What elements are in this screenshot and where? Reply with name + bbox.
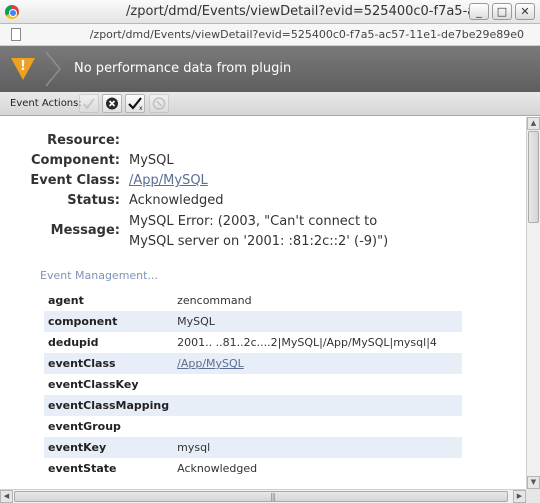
minimize-button[interactable]: _ <box>469 3 489 20</box>
close-event-icon <box>106 97 118 110</box>
field-key: eventClassMapping <box>44 395 174 416</box>
scrollbar-corner <box>526 489 540 503</box>
grip-icon: ||| <box>270 492 276 501</box>
field-value: mysql <box>173 437 462 458</box>
plugin-infobar: ! No performance data from plugin <box>0 46 540 92</box>
event-management-toggle[interactable]: Event Management... <box>40 269 158 282</box>
component-label: Component: <box>31 153 120 168</box>
table-row: component MySQL <box>44 311 462 332</box>
horizontal-scroll-thumb[interactable]: ||| <box>14 491 508 502</box>
close-window-button[interactable]: ✕ <box>515 3 535 20</box>
event-class-row-link[interactable]: /App/MySQL <box>177 357 244 370</box>
table-row: dedupid 2001.. ..81..2c....2|MySQL|/App/… <box>44 332 462 353</box>
event-detail-content: Resource: Component: MySQL Event Class: … <box>0 117 526 489</box>
window-title-bar: /zport/dmd/Events/viewDetail?evid=525400… <box>0 0 540 24</box>
address-bar[interactable]: /zport/dmd/Events/viewDetail?evid=525400… <box>0 24 540 46</box>
field-key: eventClass <box>44 353 174 374</box>
table-row: agent zencommand <box>44 290 462 311</box>
vertical-scroll-thumb[interactable] <box>528 131 539 223</box>
svg-text:x: x <box>139 105 143 111</box>
scroll-right-icon[interactable]: ▶ <box>513 490 526 503</box>
table-row: eventGroup <box>44 416 462 437</box>
scroll-down-icon[interactable]: ▼ <box>527 476 540 489</box>
field-key: agent <box>48 294 84 307</box>
summary-row-message: Message: MySQL Error: (2003, "Can't conn… <box>0 211 520 251</box>
event-actions-toolbar: Event Actions: x <box>0 92 540 116</box>
window-title: /zport/dmd/Events/viewDetail?evid=525400… <box>126 4 476 19</box>
table-row: eventState Acknowledged <box>44 458 462 479</box>
chevron-right-icon <box>45 51 61 87</box>
status-value: Acknowledged <box>129 193 224 208</box>
field-value: /App/MySQL <box>173 353 462 374</box>
horizontal-scrollbar[interactable]: ◀ ||| ▶ <box>0 489 526 503</box>
summary-row-status: Status: Acknowledged <box>0 191 520 211</box>
acknowledge-check-icon: x <box>128 97 143 111</box>
scroll-left-icon[interactable]: ◀ <box>0 490 13 503</box>
field-value: zencommand <box>177 294 252 307</box>
field-value: MySQL <box>173 311 462 332</box>
field-value <box>173 374 462 395</box>
page-icon <box>11 28 21 41</box>
field-value: Acknowledged <box>177 462 258 475</box>
field-key: eventKey <box>44 437 174 458</box>
acknowledge-button[interactable] <box>79 94 99 113</box>
field-key: eventGroup <box>48 420 121 433</box>
scroll-up-icon[interactable]: ▲ <box>527 117 540 130</box>
message-value: MySQL Error: (2003, "Can't connect to My… <box>129 214 389 249</box>
event-class-link[interactable]: /App/MySQL <box>129 173 208 188</box>
event-actions-label: Event Actions: <box>10 98 82 109</box>
field-value <box>173 395 462 416</box>
event-management-table: agent zencommand component MySQL dedupid… <box>44 290 462 479</box>
field-value <box>173 416 462 437</box>
reopen-button[interactable] <box>149 94 169 113</box>
component-value: MySQL <box>129 153 174 168</box>
field-key: component <box>44 311 174 332</box>
table-row: eventClassMapping <box>44 395 462 416</box>
resource-label: Resource: <box>47 133 120 148</box>
field-key: eventState <box>48 462 117 475</box>
acknowledge-icon <box>83 98 95 110</box>
event-summary: Resource: Component: MySQL Event Class: … <box>0 131 520 251</box>
event-class-label: Event Class: <box>30 173 120 188</box>
field-key: dedupid <box>48 336 99 349</box>
chrome-icon <box>5 5 19 19</box>
table-row: eventKey mysql <box>44 437 462 458</box>
status-label: Status: <box>67 193 120 208</box>
table-row: eventClass /App/MySQL <box>44 353 462 374</box>
summary-row-component: Component: MySQL <box>0 151 520 171</box>
close-event-button[interactable] <box>102 94 122 113</box>
reopen-icon <box>152 97 166 110</box>
url-text[interactable]: /zport/dmd/Events/viewDetail?evid=525400… <box>90 28 524 41</box>
maximize-button[interactable]: □ <box>492 3 512 20</box>
acknowledge-check-button[interactable]: x <box>125 94 145 113</box>
summary-row-event-class: Event Class: /App/MySQL <box>0 171 520 191</box>
infobar-message: No performance data from plugin <box>74 61 292 76</box>
field-value: 2001.. ..81..2c....2|MySQL|/App/MySQL|my… <box>177 336 437 349</box>
vertical-scrollbar[interactable]: ▲ ▼ <box>526 117 540 489</box>
table-row: eventClassKey <box>44 374 462 395</box>
summary-row-resource: Resource: <box>0 131 520 151</box>
field-key: eventClassKey <box>48 378 139 391</box>
message-label: Message: <box>50 223 120 238</box>
